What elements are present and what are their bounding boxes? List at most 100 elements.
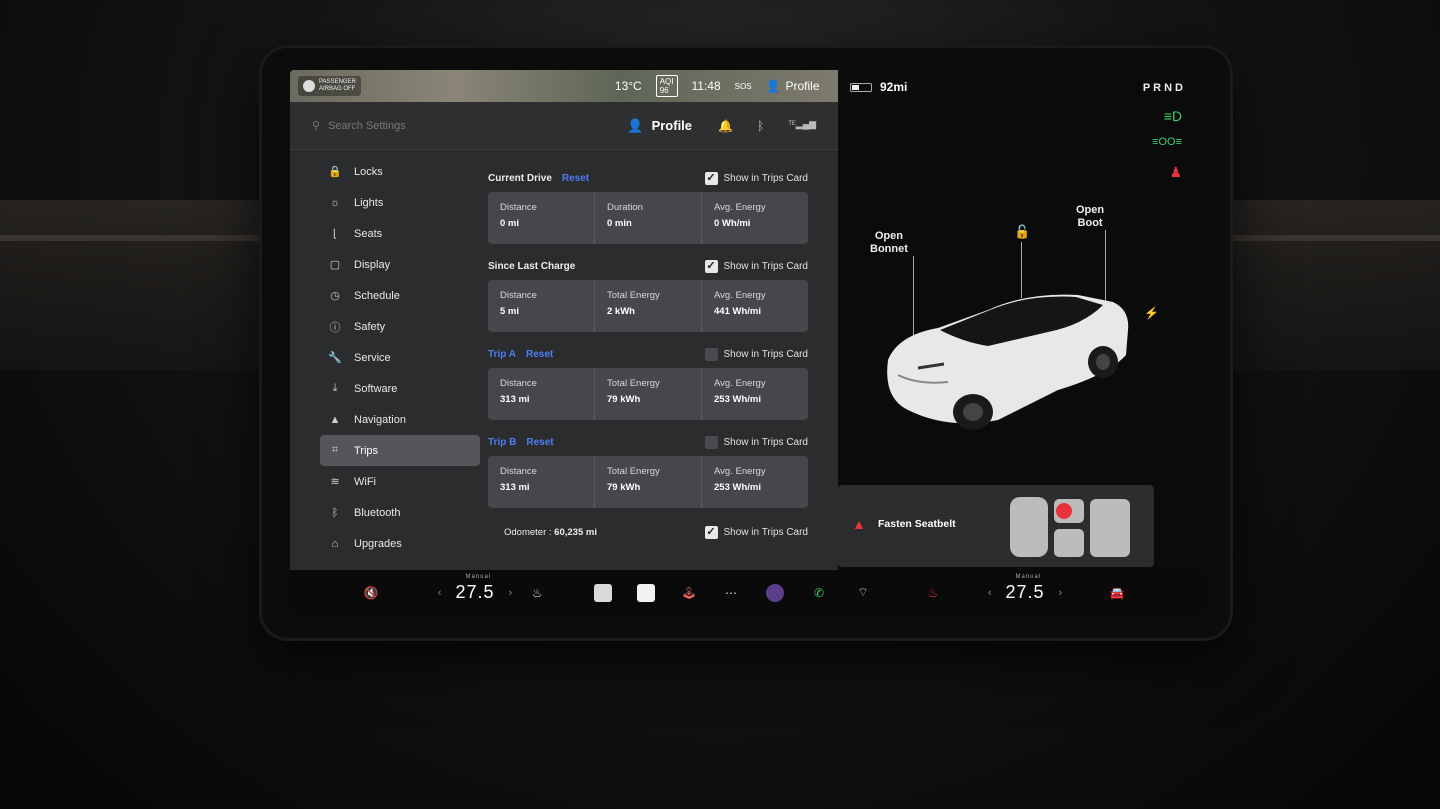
trip-b-title: Trip B xyxy=(488,436,517,448)
stat-value: 313 mi xyxy=(500,482,530,493)
current-drive-reset-button[interactable]: Reset xyxy=(562,173,589,184)
car-render xyxy=(887,294,1129,430)
open-boot-button[interactable]: Open Boot xyxy=(1076,204,1104,230)
sidebar-item-service[interactable]: 🔧 Service xyxy=(320,342,480,373)
checkbox-label: Show in Trips Card xyxy=(723,172,808,184)
stat-value: 79 kWh xyxy=(607,394,641,405)
trip-a-show-checkbox[interactable]: ✓ Show in Trips Card xyxy=(704,347,808,361)
sidebar-item-label: Schedule xyxy=(354,289,400,302)
trip-a-reset-button[interactable]: Reset xyxy=(526,349,553,360)
odometer-row: Odometer : 60,235 mi ✓ Show in Trips Car… xyxy=(488,526,808,539)
bluetooth-icon[interactable]: ᛒ xyxy=(757,119,764,133)
stat-value: 313 mi xyxy=(500,394,530,405)
range-value: 92mi xyxy=(880,80,908,94)
sos-label[interactable]: SOS xyxy=(735,82,752,91)
status-bar: PASSENGER AIRBAG OFF 13°C AQI 96 11:48 SO… xyxy=(290,70,862,102)
sidebar-item-trips[interactable]: ⌗ Trips xyxy=(320,435,480,466)
open-bonnet-button[interactable]: Open Bonnet xyxy=(870,230,908,256)
alert-message: Fasten Seatbelt xyxy=(878,518,956,530)
open-boot-line2: Boot xyxy=(1077,217,1103,229)
range-display[interactable]: 92mi xyxy=(850,80,907,94)
checkbox-label: Show in Trips Card xyxy=(723,436,808,448)
stat-value: 79 kWh xyxy=(607,482,641,493)
info-icon: ⓘ xyxy=(329,321,341,334)
unlock-icon[interactable]: 🔓 xyxy=(1014,224,1030,239)
checkmark-icon: ✓ xyxy=(704,526,718,539)
search-input[interactable]: ⚲ Search Settings xyxy=(312,119,597,133)
airbag-icon xyxy=(303,80,315,92)
driver-temperature-control[interactable]: ‹ Manual 27.5 › xyxy=(420,570,530,615)
joystick-app-icon[interactable]: 🕹 xyxy=(676,570,702,615)
sidebar-item-lights[interactable]: ☼ Lights xyxy=(320,187,480,218)
sidebar-item-navigation[interactable]: ▲ Navigation xyxy=(320,404,480,435)
passenger-temperature-control[interactable]: ‹ Manual 27.5 › xyxy=(970,570,1080,615)
seatbelt-warning-icon: ♟ xyxy=(1169,164,1182,180)
person-icon: 👤 xyxy=(765,79,781,93)
stat-value: 0 min xyxy=(607,218,632,229)
sidebar-item-wifi[interactable]: ≋ WiFi xyxy=(320,466,480,497)
settings-header: ⚲ Search Settings 👤 Profile 🔔 ᛒ ᵀᴱ▂▄▆ xyxy=(290,102,838,150)
charge-port-icon[interactable]: ⚡ xyxy=(1144,306,1159,320)
passenger-seat-heater-icon[interactable]: ♨ xyxy=(920,570,946,615)
stat-label: Distance xyxy=(500,466,537,477)
wiper-icon[interactable]: ⌔ xyxy=(850,570,876,615)
trip-b-card: Distance 313 mi Total Energy 79 kWh Avg. E… xyxy=(488,456,808,508)
sidebar-item-label: WiFi xyxy=(354,475,376,488)
checkmark-icon: ✓ xyxy=(704,259,718,273)
person-icon: 👤 xyxy=(627,117,644,133)
seatbelt-alert-card: ▲ Fasten Seatbelt xyxy=(838,485,1154,567)
odometer-value: 60,235 mi xyxy=(554,527,597,538)
status-profile-label: Profile xyxy=(785,79,820,93)
sidebar-item-upgrades[interactable]: ⌂ Upgrades xyxy=(320,528,480,559)
phone-app-icon[interactable]: ✆ xyxy=(806,570,832,615)
sidebar-item-software[interactable]: ⤓ Software xyxy=(320,373,480,404)
profile-button[interactable]: 👤 Profile xyxy=(627,118,692,134)
since-last-charge-card: Distance 5 mi Total Energy 2 kWh Avg. Ener… xyxy=(488,280,808,332)
current-drive-show-checkbox[interactable]: ✓ Show in Trips Card xyxy=(704,171,808,185)
sidebar-item-safety[interactable]: ⓘ Safety xyxy=(320,311,480,342)
seat-occupancy-map xyxy=(1010,497,1130,557)
battery-fill xyxy=(852,84,859,90)
stat-label: Total Energy xyxy=(607,466,660,477)
stat-label: Avg. Energy xyxy=(714,378,766,389)
low-beam-icon: ≡D xyxy=(1163,108,1182,124)
trip-b-show-checkbox[interactable]: ✓ Show in Trips Card xyxy=(704,435,808,449)
sidebar-item-bluetooth[interactable]: ᛒ Bluetooth xyxy=(320,497,480,528)
temp-up-icon[interactable]: › xyxy=(1059,587,1063,599)
stat-label: Distance xyxy=(500,202,537,213)
temp-down-icon[interactable]: ‹ xyxy=(438,587,442,599)
since-last-charge-title: Since Last Charge xyxy=(488,260,576,272)
aqi-badge[interactable]: AQI 96 xyxy=(655,75,678,97)
profile-label: Profile xyxy=(651,118,693,133)
stat-value: 2 kWh xyxy=(607,306,635,317)
checkbox-label: Show in Trips Card xyxy=(723,348,808,360)
since-last-charge-show-checkbox[interactable]: ✓ Show in Trips Card xyxy=(704,259,808,273)
sidebar-item-label: Upgrades xyxy=(354,537,402,550)
wifi-icon: ≋ xyxy=(330,476,340,488)
sidebar-item-schedule[interactable]: ◷ Schedule xyxy=(320,280,480,311)
open-bonnet-line2: Bonnet xyxy=(870,243,908,255)
sidebar-item-label: Seats xyxy=(354,227,383,240)
calendar-app-icon[interactable] xyxy=(633,570,659,615)
wrench-icon: 🔧 xyxy=(328,352,342,364)
media-app-icon[interactable] xyxy=(762,570,788,615)
stat-value: 5 mi xyxy=(500,306,520,317)
seat-heater-icon[interactable]: ♨ xyxy=(522,570,552,615)
status-profile[interactable]: 👤 Profile xyxy=(766,79,820,93)
temp-up-icon[interactable]: › xyxy=(509,587,513,599)
more-apps-icon[interactable]: ⋯ xyxy=(718,570,744,615)
temp-down-icon[interactable]: ‹ xyxy=(988,587,992,599)
sidebar-item-seats[interactable]: ⌊ Seats xyxy=(320,218,480,249)
sidebar-item-display[interactable]: ▢ Display xyxy=(320,249,480,280)
trip-a-section: Trip A Reset ✓ Show in Trips Card Distan… xyxy=(488,344,808,420)
odometer-show-checkbox[interactable]: ✓ Show in Trips Card xyxy=(704,526,808,539)
trip-a-title: Trip A xyxy=(488,348,516,360)
bell-icon[interactable]: 🔔 xyxy=(718,119,733,133)
bottom-bar: 🔇 ‹ Manual 27.5 › ♨ 🕹 ⋯ ✆ ⌔ ♨ ‹ Manual 27.… xyxy=(290,570,1206,615)
sidebar-item-locks[interactable]: 🔒 Locks xyxy=(320,156,480,187)
car-controls-icon[interactable]: 🚘 xyxy=(1102,570,1132,615)
trip-b-reset-button[interactable]: Reset xyxy=(526,437,553,448)
notes-app-icon[interactable] xyxy=(590,570,616,615)
checkbox-label: Show in Trips Card xyxy=(723,527,808,538)
volume-mute-icon[interactable]: 🔇 xyxy=(356,570,386,615)
